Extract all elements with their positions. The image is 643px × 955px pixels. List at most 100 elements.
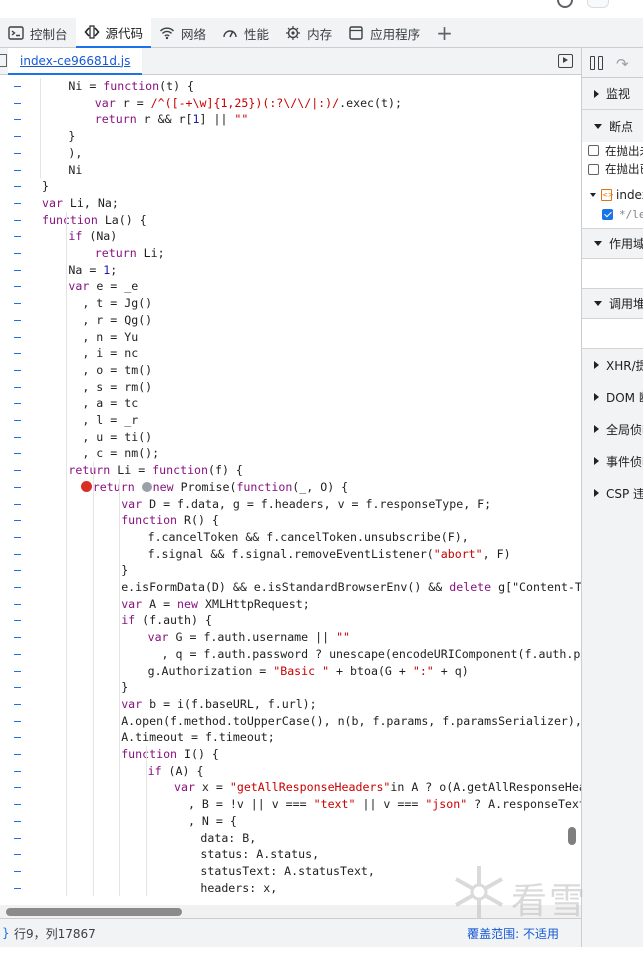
code-line[interactable]: return Li = function(f) { — [68, 462, 243, 479]
pretty-print-icon[interactable]: } — [0, 926, 14, 940]
csp-breakpoints-header[interactable]: CSP 违规断点 — [582, 477, 643, 509]
gutter-line-marker[interactable] — [14, 420, 21, 421]
code-line[interactable]: Ni = function(t) { — [68, 78, 194, 95]
code-line[interactable]: , B = !v || v === "text" || v === "json"… — [174, 796, 581, 813]
code-line[interactable]: , i = nc — [68, 345, 138, 362]
gutter-line-marker[interactable] — [14, 754, 21, 755]
gutter-line-marker[interactable] — [14, 804, 21, 806]
code-line[interactable]: function La() { — [42, 212, 147, 229]
gutter-line-marker[interactable] — [14, 202, 21, 204]
breakpoint-item[interactable]: */let — [582, 205, 643, 223]
code-line[interactable]: , n = Yu — [68, 329, 138, 346]
code-line[interactable]: A.open(f.method.toUpperCase(), n(b, f.pa… — [121, 713, 581, 730]
add-tab-button[interactable]: + — [428, 18, 461, 48]
code-line[interactable]: , u = ti() — [68, 429, 152, 446]
code-line[interactable]: status: A.status, — [200, 846, 319, 863]
gutter-line-marker[interactable] — [14, 186, 21, 188]
horizontal-scrollbar-thumb[interactable] — [6, 908, 182, 916]
code-line[interactable]: function I() { — [121, 746, 219, 763]
tab-console[interactable]: 控制台 — [0, 18, 76, 48]
code-line[interactable]: var e = _e — [68, 278, 138, 295]
code-line[interactable]: A.timeout = f.timeout; — [121, 729, 275, 746]
step-over-icon[interactable]: ↷ — [616, 55, 629, 73]
code-line[interactable]: var Li, Na; — [42, 195, 119, 212]
gutter-line-marker[interactable] — [14, 720, 21, 722]
code-line[interactable]: return new Promise(function(_, O) { — [80, 479, 348, 496]
pause-uncaught-option[interactable]: 在抛出未捕获的异常时暂停 — [582, 142, 643, 159]
gutter-line-marker[interactable] — [14, 403, 21, 405]
gutter-line-marker[interactable] — [14, 787, 21, 789]
watch-section-header[interactable]: 监视 — [582, 78, 643, 110]
inline-breakpoint-icon[interactable] — [141, 481, 152, 492]
gutter-line-marker[interactable] — [14, 136, 21, 138]
gutter-line-marker[interactable] — [14, 870, 21, 872]
code-line[interactable]: , s = rm() — [68, 379, 152, 396]
gutter-line-marker[interactable] — [14, 887, 21, 889]
gutter-line-marker[interactable] — [14, 737, 21, 739]
gutter-line-marker[interactable] — [14, 570, 21, 572]
gutter-line-marker[interactable] — [14, 587, 21, 588]
global-listeners-header[interactable]: 全局侦听器 — [582, 413, 643, 445]
code-editor[interactable]: Ni = function(t) {var r = /^([-+\w]{1,25… — [0, 75, 581, 905]
gutter-line-marker[interactable] — [14, 236, 21, 238]
toggle-debugger-sidebar-icon[interactable] — [558, 54, 573, 68]
code-line[interactable]: Ni — [68, 162, 82, 179]
pause-script-icon[interactable] — [590, 56, 604, 70]
browser-menu-icon[interactable] — [557, 0, 573, 8]
xhr-breakpoints-header[interactable]: XHR/提取断点 — [582, 349, 643, 381]
gutter-line-marker[interactable] — [14, 386, 21, 388]
code-line[interactable]: if (f.auth) { — [121, 612, 212, 629]
gutter-line-marker[interactable] — [14, 336, 21, 338]
breakpoints-section-header[interactable]: 断点 — [582, 110, 643, 142]
pause-caught-option[interactable]: 在抛出已捕获的异常时暂停 — [582, 159, 643, 179]
code-line[interactable]: return Li; — [95, 245, 165, 262]
gutter-line-marker[interactable] — [14, 486, 21, 488]
gutter-line-marker[interactable] — [14, 603, 21, 605]
gutter-line-marker[interactable] — [14, 687, 21, 689]
gutter-line-marker[interactable] — [14, 219, 21, 221]
gutter-line-marker[interactable] — [14, 820, 21, 822]
pause-uncaught-checkbox[interactable] — [588, 145, 599, 156]
gutter-line-marker[interactable] — [14, 536, 21, 538]
code-line[interactable]: ), — [68, 145, 82, 162]
gutter-line-marker[interactable] — [14, 470, 21, 472]
code-line[interactable]: f.cancelToken && f.cancelToken.unsubscri… — [148, 529, 469, 546]
gutter-line-marker[interactable] — [14, 86, 21, 87]
code-line[interactable]: , N = { — [174, 813, 237, 830]
gutter-line-marker[interactable] — [14, 453, 21, 455]
vertical-scrollbar-thumb[interactable] — [568, 827, 576, 845]
code-line[interactable]: var r = /^([-+\w]{1,25})(:?\/\/|:)/.exec… — [95, 95, 402, 112]
editor-file-tab[interactable]: index-ce96681d.js — [8, 48, 143, 75]
gutter-line-marker[interactable] — [14, 770, 21, 772]
code-line[interactable]: var D = f.data, g = f.headers, v = f.res… — [121, 496, 491, 513]
gutter-line-marker[interactable] — [14, 553, 21, 555]
code-line[interactable]: Na = 1; — [68, 262, 117, 279]
tab-memory[interactable]: 内存 — [277, 18, 340, 48]
code-line[interactable]: function R() { — [121, 512, 219, 529]
code-line[interactable]: if (Na) — [68, 228, 117, 245]
dom-breakpoints-header[interactable]: DOM 断点 — [582, 381, 643, 413]
gutter-line-marker[interactable] — [14, 620, 21, 622]
code-line[interactable]: } — [68, 128, 75, 145]
gutter-line-marker[interactable] — [14, 837, 21, 839]
gutter-line-marker[interactable] — [14, 303, 21, 305]
horizontal-scrollbar[interactable] — [0, 905, 581, 918]
code-line[interactable]: , o = tm() — [68, 362, 152, 379]
code-line[interactable]: var A = new XMLHttpRequest; — [121, 596, 310, 613]
code-line[interactable]: } — [42, 178, 49, 195]
breakpoint-marker-icon[interactable] — [80, 480, 92, 492]
gutter-line-marker[interactable] — [14, 703, 21, 705]
code-line[interactable]: f.signal && f.signal.removeEventListener… — [148, 546, 511, 563]
gutter-line-marker[interactable] — [14, 269, 21, 271]
code-line[interactable]: var b = i(f.baseURL, f.url); — [121, 696, 316, 713]
tab-sources[interactable]: 源代码 — [75, 18, 152, 48]
scope-section-header[interactable]: 作用域 — [582, 229, 643, 259]
code-line[interactable]: headers: x, — [200, 880, 277, 897]
code-line[interactable]: var x = "getAllResponseHeaders"in A ? o(… — [174, 779, 581, 796]
gutter-line-marker[interactable] — [14, 169, 21, 171]
code-line[interactable]: , r = Qg() — [68, 312, 152, 329]
gutter-line-marker[interactable] — [14, 319, 21, 321]
gutter-line-marker[interactable] — [14, 286, 21, 288]
code-line[interactable]: return r && r[1] || "" — [95, 111, 249, 128]
gutter-line-marker[interactable] — [14, 353, 21, 355]
